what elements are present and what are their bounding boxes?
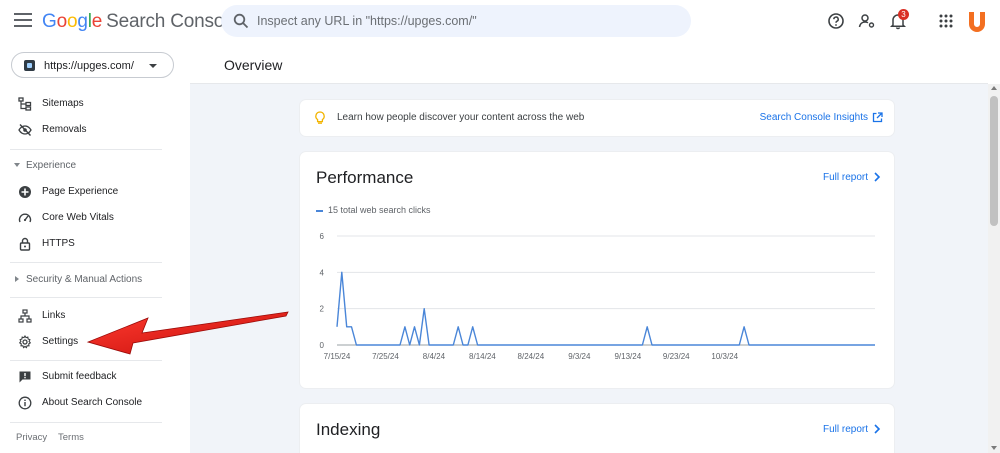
sidebar-item-about[interactable]: About Search Console [0, 391, 190, 415]
terms-link[interactable]: Terms [58, 432, 84, 443]
logo-letter: e [91, 11, 103, 32]
page-header: Overview [190, 44, 988, 84]
y-tick-label: 2 [320, 305, 325, 314]
sidebar-item-page-experience[interactable]: Page Experience [0, 180, 190, 204]
property-url: https://upges.com/ [44, 60, 134, 72]
page-title: Overview [224, 57, 283, 73]
x-tick-label: 9/13/24 [614, 352, 641, 361]
privacy-link[interactable]: Privacy [16, 432, 47, 443]
lightbulb-icon [315, 111, 325, 124]
expand-arrow-icon [15, 276, 19, 282]
notification-count-badge: 3 [898, 9, 909, 20]
logo-letter: o [66, 11, 78, 32]
search-console-insights-link[interactable]: Search Console Insights [760, 112, 868, 123]
main-menu-icon[interactable] [14, 13, 32, 29]
sidebar-item-label: Submit feedback [42, 371, 117, 382]
y-tick-label: 4 [320, 268, 325, 277]
sidebar-divider [10, 422, 162, 423]
info-icon [18, 396, 32, 410]
url-inspection-input[interactable] [257, 5, 677, 37]
search-icon[interactable] [233, 13, 249, 29]
x-tick-label: 7/15/24 [324, 352, 351, 361]
sidebar-item-links[interactable]: Links [0, 304, 190, 328]
brand-u-logo-icon[interactable] [966, 10, 988, 34]
sidebar-divider [10, 262, 162, 263]
sidebar-item-label: Core Web Vitals [42, 212, 114, 223]
sidebar-item-label: Settings [42, 336, 79, 347]
sidebar-item-label: Links [42, 310, 66, 321]
search-console-logo[interactable]: Google Search Console [42, 11, 239, 33]
open-in-new-icon[interactable] [872, 112, 883, 123]
property-favicon-icon [24, 60, 35, 71]
logo-letter: G [42, 11, 57, 32]
sidebar-section-security[interactable]: Security & Manual Actions [0, 269, 190, 291]
sidebar-item-label: Sitemaps [42, 98, 84, 109]
lock-icon [19, 237, 31, 251]
sidebar-item-core-web-vitals[interactable]: Core Web Vitals [0, 206, 190, 230]
x-tick-label: 10/3/24 [711, 352, 738, 361]
sidebar-divider [10, 297, 162, 298]
indexing-full-report-link[interactable]: Full report [823, 424, 868, 435]
chevron-right-icon[interactable] [873, 424, 881, 434]
property-selector[interactable]: https://upges.com/ [11, 52, 174, 78]
product-name: Search Console [106, 11, 239, 32]
sidebar-item-label: HTTPS [42, 238, 75, 249]
x-tick-label: 9/3/24 [568, 352, 591, 361]
performance-card: Performance Full report 15 total web sea… [300, 152, 894, 388]
sidebar-item-label: Removals [42, 124, 87, 135]
logo-letter: g [77, 11, 88, 32]
logo-letter: o [56, 11, 68, 32]
x-tick-label: 9/23/24 [663, 352, 690, 361]
sidebar-divider [10, 149, 162, 150]
account-settings-icon[interactable] [858, 12, 876, 30]
apps-grid-icon[interactable] [937, 12, 955, 30]
top-app-bar: GoogleSearch Console 3 [0, 0, 1000, 44]
speed-gauge-icon [18, 213, 32, 223]
sidebar-item-settings[interactable]: Settings [0, 330, 190, 354]
y-tick-label: 6 [320, 232, 325, 241]
sidebar-divider [10, 360, 162, 361]
indexing-card: Indexing Full report [300, 404, 894, 453]
performance-title: Performance [316, 168, 414, 187]
help-icon[interactable] [827, 12, 845, 30]
sidebar-section-experience[interactable]: Experience [0, 155, 190, 177]
sitemap-icon [18, 97, 32, 111]
y-tick-label: 0 [320, 341, 325, 350]
legend-label: 15 total web search clicks [328, 205, 431, 215]
indexing-title: Indexing [316, 420, 381, 439]
sidebar-item-label: Page Experience [42, 186, 119, 197]
url-inspection-search [221, 5, 691, 37]
main-content: Overview Learn how people discover your … [190, 44, 988, 453]
performance-line-chart[interactable]: 0 2 4 6 7/15/24 7/25/24 8/4/24 8/14/24 8/24/24 9/… [300, 222, 894, 382]
x-tick-label: 8/24/24 [518, 352, 545, 361]
chart-legend[interactable]: 15 total web search clicks [316, 205, 431, 215]
legend-swatch [316, 209, 323, 212]
section-label: Experience [26, 160, 77, 171]
page-experience-icon [19, 186, 31, 198]
insights-tip-text: Learn how people discover your content a… [337, 112, 585, 123]
chevron-down-icon [149, 64, 157, 68]
scroll-up-arrow-icon[interactable] [991, 86, 997, 90]
expand-arrow-icon [14, 163, 20, 167]
sidebar-item-removals[interactable]: Removals [0, 118, 190, 142]
insights-tip-card: Learn how people discover your content a… [300, 100, 894, 136]
links-icon [18, 309, 32, 323]
settings-gear-icon [18, 335, 32, 349]
scrollbar-thumb[interactable] [990, 96, 998, 226]
visibility-off-icon [18, 124, 32, 136]
scroll-down-arrow-icon[interactable] [991, 446, 997, 450]
feedback-icon [19, 371, 31, 383]
sidebar-item-label: About Search Console [42, 397, 143, 408]
section-label: Security & Manual Actions [26, 274, 143, 285]
sidebar: https://upges.com/ Sitemaps Removals Exp… [0, 44, 190, 453]
sidebar-item-sitemaps[interactable]: Sitemaps [0, 92, 190, 116]
x-tick-label: 7/25/24 [372, 352, 399, 361]
x-tick-label: 8/4/24 [423, 352, 446, 361]
chevron-right-icon[interactable] [873, 172, 881, 182]
performance-full-report-link[interactable]: Full report [823, 172, 868, 183]
sidebar-item-https[interactable]: HTTPS [0, 232, 190, 256]
sidebar-item-submit-feedback[interactable]: Submit feedback [0, 365, 190, 389]
x-tick-label: 8/14/24 [469, 352, 496, 361]
